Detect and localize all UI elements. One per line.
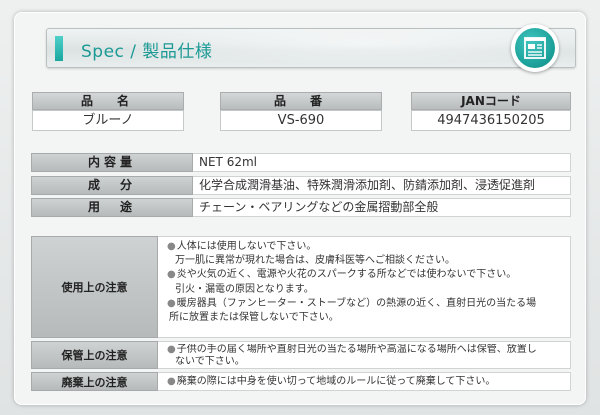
disposal-caution-text: ●廃棄の際には中身を使い切って地域のルールに従って廃棄して下さい。 [158,372,571,391]
bullet-icon: ● [167,269,176,281]
storage-caution-text: ●子供の手の届く場所や直射日光の当たる場所や高温になる場所へは保管、放置し ない… [158,341,571,369]
ingredients-value: 化学合成潤滑基油、特殊潤滑添加剤、防錆添加剤、浸透促進剤 [193,176,571,195]
content-volume-value: NET 62ml [193,153,571,172]
product-number-label: 品 番 [220,92,382,110]
product-name-value: ブルーノ [32,110,184,131]
caution-line: ●人体には使用しないで下さい。 [167,241,317,252]
document-icon [511,24,559,72]
caution-line: 所に放置または保管しないで下さい。 [169,312,339,324]
usage-caution-text: ●人体には使用しないで下さい。 万一肌に異常が現れた場合は、皮膚科医等へご相談く… [158,236,571,338]
product-number-value: VS-690 [220,110,382,131]
bullet-icon: ● [167,376,176,387]
caution-line: 引火・漏電の原因となります。 [175,283,314,295]
spec-header: Spec / 製品仕様 [46,28,576,68]
caution-line: ●炎や火気の近く、電源や火花のスパークする所などでは使わないで下さい。 [167,269,517,281]
ingredients-label: 成 分 [31,176,193,195]
usage-caution-label: 使用上の注意 [31,236,158,338]
product-name-label: 品 名 [32,92,184,110]
caution-line: ●廃棄の際には中身を使い切って地域のルールに従って廃棄して下さい。 [167,376,496,387]
caution-line: 万一肌に異常が現れた場合は、皮膚科医等へご相談ください。 [175,255,455,267]
bullet-icon: ● [167,344,176,355]
usage-value: チェーン・ベアリングなどの金属摺動部全般 [193,198,571,217]
jan-code-label: JANコード [411,92,571,110]
caution-line: ●暖房器具（ファンヒーター・ストーブなど）の熱源の近く、直射日光の当たる場 [167,297,537,309]
jan-code-value: 4947436150205 [411,110,571,131]
header-title: Spec / 製品仕様 [81,42,213,62]
caution-line: ないで下さい。 [175,355,245,367]
bullet-icon: ● [167,241,176,252]
header-accent-bar [55,36,63,61]
caution-line: ●子供の手の届く場所や直射日光の当たる場所や高温になる場所へは保管、放置し [167,344,537,355]
disposal-caution-label: 廃棄上の注意 [31,372,158,391]
storage-caution-label: 保管上の注意 [31,341,158,369]
bullet-icon: ● [167,297,176,309]
content-volume-label: 内容量 [31,153,193,172]
usage-label: 用 途 [31,198,193,217]
